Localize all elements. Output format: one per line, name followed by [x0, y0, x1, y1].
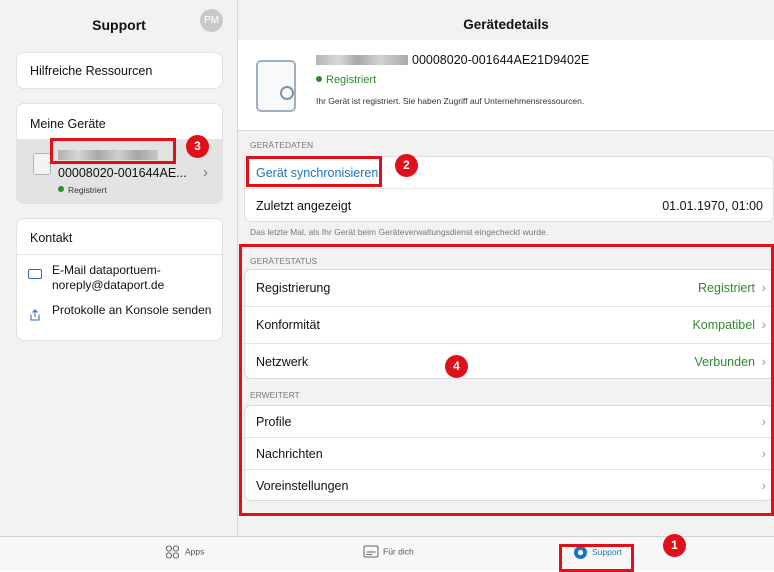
annotation-badge-3: 3	[186, 135, 209, 158]
contact-card: Kontakt E-Mail dataportuem-noreply@datap…	[16, 218, 224, 341]
registration-description: Ihr Gerät ist registriert. Sie haben Zug…	[316, 96, 585, 106]
device-icon	[33, 153, 51, 175]
avatar[interactable]: PM	[200, 9, 223, 32]
last-seen-value: 01.01.1970, 01:00	[662, 199, 763, 213]
tab-for-you[interactable]: Für dich	[363, 545, 414, 559]
last-seen-row: Zuletzt angezeigt 01.01.1970, 01:00	[245, 190, 773, 221]
section-header-device-data: GERÄTEDATEN	[250, 140, 314, 150]
tab-bar: Apps Für dich Support	[0, 536, 774, 571]
annotation-badge-1: 1	[663, 534, 686, 557]
device-icon	[256, 60, 296, 112]
device-status: Registriert	[58, 185, 107, 195]
tab-apps[interactable]: Apps	[165, 545, 204, 559]
registration-status-text: Registriert	[326, 74, 377, 86]
divider	[17, 254, 224, 255]
annotation-box-3	[50, 138, 176, 164]
device-name-redacted	[316, 55, 408, 65]
last-seen-label: Zuletzt angezeigt	[256, 199, 352, 213]
status-dot-icon	[316, 76, 322, 82]
chevron-right-icon: ›	[203, 164, 208, 181]
share-icon	[30, 309, 40, 321]
contact-title: Kontakt	[30, 231, 73, 245]
sidebar: Support PM Hilfreiche Ressourcen Meine G…	[0, 0, 238, 536]
annotation-badge-4: 4	[445, 355, 468, 378]
gear-icon	[280, 86, 294, 100]
tab-apps-label: Apps	[185, 546, 205, 557]
my-devices-title: Meine Geräte	[30, 117, 106, 131]
registration-status: Registriert	[316, 74, 376, 86]
mail-icon	[28, 269, 42, 279]
annotation-box-2	[246, 156, 382, 187]
tab-for-you-label: Für dich	[383, 546, 414, 557]
device-id: 00008020-001644AE...	[58, 166, 187, 180]
send-logs-button[interactable]: Protokolle an Konsole senden	[52, 303, 217, 318]
last-seen-note: Das letzte Mal, als Ihr Gerät beim Gerät…	[250, 227, 549, 237]
helpful-resources-button[interactable]: Hilfreiche Ressourcen	[16, 52, 223, 89]
annotation-box-4	[239, 244, 774, 516]
status-dot-icon	[58, 186, 64, 192]
device-full-id: 00008020-001644AE21D9402E	[412, 53, 590, 67]
apps-grid-icon	[165, 545, 180, 559]
device-summary: 00008020-001644AE21D9402E Registriert Ih…	[238, 40, 774, 131]
page-title: Gerätedetails	[463, 17, 549, 32]
device-status-text: Registriert	[68, 185, 107, 195]
annotation-badge-2: 2	[395, 154, 418, 177]
annotation-box-1	[559, 544, 634, 572]
helpful-resources-label: Hilfreiche Ressourcen	[30, 64, 153, 78]
email-support-link[interactable]: E-Mail dataportuem-noreply@dataport.de	[52, 263, 217, 293]
for-you-icon	[363, 545, 379, 558]
